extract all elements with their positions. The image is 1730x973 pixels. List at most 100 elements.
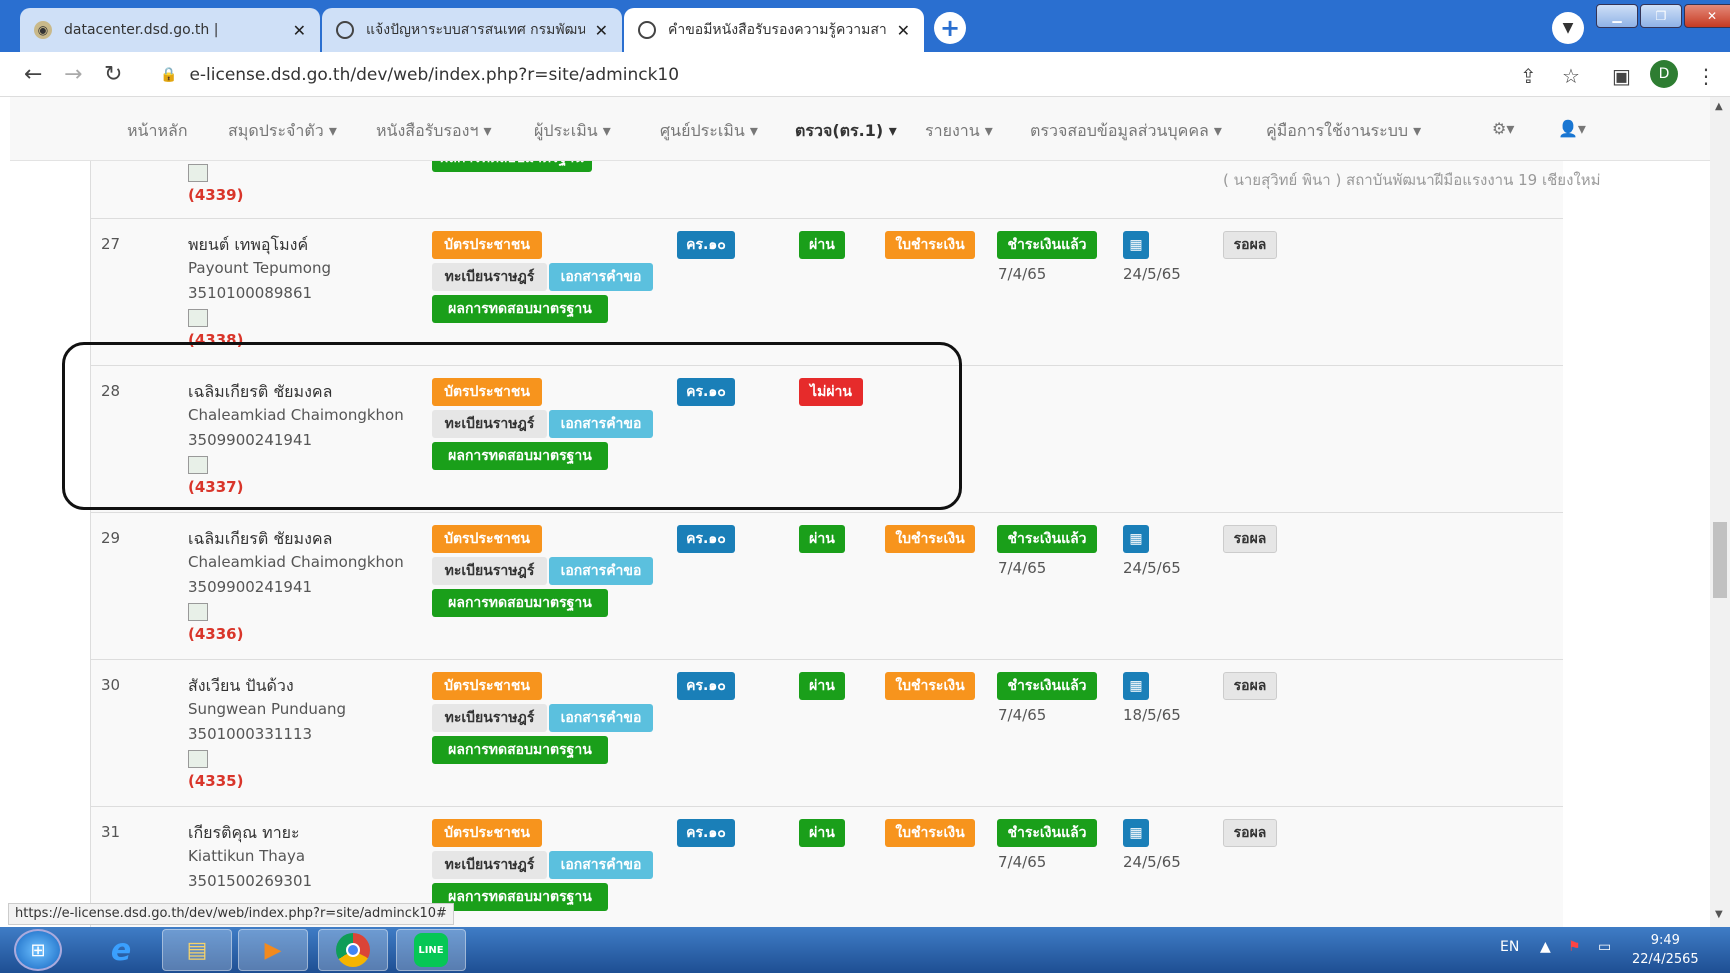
paid-button[interactable]: ชำระเงินแล้ว — [997, 819, 1097, 847]
close-window-button[interactable]: ✕ — [1684, 4, 1730, 28]
profile-avatar[interactable]: D — [1650, 60, 1678, 88]
pending-result-button[interactable]: รอผล — [1223, 819, 1277, 847]
pass-badge[interactable]: ผ่าน — [799, 819, 845, 847]
display-icon[interactable]: ▭ — [1598, 939, 1611, 955]
id-card-button[interactable]: บัตรประชาชน — [432, 231, 542, 259]
vertical-scrollbar[interactable]: ▲ ▼ — [1710, 97, 1730, 927]
tray-expand-icon[interactable]: ▲ — [1540, 939, 1551, 955]
tab-license-request[interactable]: คำขอมีหนังสือรับรองความรู้ความสามารถ ✕ — [624, 8, 924, 52]
nav-manual[interactable]: คู่มือการใช้งานระบบ ▾ — [1266, 119, 1421, 144]
calendar-icon[interactable]: ▦ — [1123, 819, 1149, 847]
house-registration-button[interactable]: ทะเบียนราษฎร์ — [432, 410, 547, 438]
paid-button[interactable]: ชำระเงินแล้ว — [997, 672, 1097, 700]
start-button-icon[interactable]: ⊞ — [14, 929, 62, 971]
internet-explorer-icon[interactable]: e — [86, 929, 156, 971]
maximize-button[interactable]: ❐ — [1640, 4, 1682, 28]
id-card-button[interactable]: บัตรประชาชน — [432, 672, 542, 700]
nav-assessors[interactable]: ผู้ประเมิน ▾ — [534, 119, 611, 144]
menu-kebab-icon[interactable]: ⋮ — [1696, 64, 1716, 88]
invoice-button[interactable]: ใบชำระเงิน — [885, 231, 975, 259]
form-kr10-button[interactable]: คร.๑๐ — [677, 819, 735, 847]
test-result-button[interactable]: ผลการทดสอบมาตรฐาน — [432, 589, 608, 617]
side-panel-icon[interactable]: ▣ — [1612, 64, 1631, 88]
network-flag-icon[interactable]: ⚑ — [1568, 939, 1581, 955]
scroll-thumb[interactable] — [1713, 522, 1727, 598]
pending-result-button[interactable]: รอผล — [1223, 231, 1277, 259]
calendar-icon[interactable]: ▦ — [1123, 525, 1149, 553]
record-code: (4339) — [188, 186, 244, 204]
nav-personal-data[interactable]: ตรวจสอบข้อมูลส่วนบุคคล ▾ — [1030, 119, 1222, 144]
id-card-button[interactable]: บัตรประชาชน — [432, 378, 542, 406]
pending-result-button[interactable]: รอผล — [1223, 672, 1277, 700]
house-registration-button[interactable]: ทะเบียนราษฎร์ — [432, 557, 547, 585]
file-explorer-icon[interactable]: ▤ — [162, 929, 232, 971]
pending-result-button[interactable]: รอผล — [1223, 525, 1277, 553]
invoice-button[interactable]: ใบชำระเงิน — [885, 819, 975, 847]
form-kr10-button[interactable]: คร.๑๐ — [677, 672, 735, 700]
form-kr10-button[interactable]: คร.๑๐ — [677, 378, 735, 406]
input-language[interactable]: EN — [1500, 939, 1519, 955]
house-registration-button[interactable]: ทะเบียนราษฎร์ — [432, 263, 547, 291]
test-result-button[interactable]: ผลการทดสอบมาตรฐาน — [432, 736, 608, 764]
tab-report-problem[interactable]: แจ้งปัญหาระบบสารสนเทศ กรมพัฒนาฝี ✕ — [322, 8, 622, 52]
request-document-button[interactable]: เอกสารคำขอ — [549, 704, 653, 732]
scroll-up-icon[interactable]: ▲ — [1715, 101, 1723, 112]
chrome-icon[interactable] — [318, 929, 388, 971]
taskbar-clock[interactable]: 9:49 22/4/2565 — [1632, 931, 1699, 969]
tab-search-icon[interactable]: ▼ — [1552, 12, 1584, 44]
id-number: 3509900241941 — [188, 431, 313, 449]
line-app-icon[interactable]: LINE — [396, 929, 466, 971]
calendar-date: 24/5/65 — [1123, 853, 1181, 871]
new-tab-button[interactable]: + — [934, 12, 966, 44]
calendar-icon[interactable]: ▦ — [1123, 231, 1149, 259]
invoice-button[interactable]: ใบชำระเงิน — [885, 525, 975, 553]
tab-title: datacenter.dsd.go.th | — [64, 22, 219, 38]
calendar-icon[interactable]: ▦ — [1123, 672, 1149, 700]
close-icon[interactable]: ✕ — [595, 21, 608, 40]
nav-assessment-centers[interactable]: ศูนย์ประเมิน ▾ — [660, 119, 758, 144]
request-document-button[interactable]: เอกสารคำขอ — [549, 263, 653, 291]
house-registration-button[interactable]: ทะเบียนราษฎร์ — [432, 704, 547, 732]
test-result-button[interactable]: ผลการทดสอบมาตรฐาน — [432, 883, 608, 911]
nav-home[interactable]: หน้าหลัก — [127, 119, 188, 144]
request-document-button[interactable]: เอกสารคำขอ — [549, 557, 653, 585]
scroll-down-icon[interactable]: ▼ — [1715, 909, 1723, 920]
forward-arrow-icon[interactable]: → — [64, 62, 82, 87]
bookmark-star-icon[interactable]: ☆ — [1562, 64, 1580, 88]
minimize-button[interactable]: ▁ — [1596, 4, 1638, 28]
user-icon[interactable]: 👤▾ — [1558, 119, 1586, 138]
paid-button[interactable]: ชำระเงินแล้ว — [997, 231, 1097, 259]
form-kr10-button[interactable]: คร.๑๐ — [677, 231, 735, 259]
address-bar[interactable]: 🔒 e-license.dsd.go.th/dev/web/index.php?… — [146, 58, 1508, 92]
nav-inspection[interactable]: ตรวจ(ตร.1) ▾ — [795, 119, 897, 144]
requests-table: (4339) ผลการทดสอบมาตรฐาน ( นายสุวิทย์ พิ… — [90, 97, 1601, 927]
name-thai: เกียรติคุณ ทายะ — [188, 823, 300, 842]
pass-badge[interactable]: ผ่าน — [799, 231, 845, 259]
media-player-icon[interactable]: ▶ — [238, 929, 308, 971]
row-number: 31 — [101, 823, 121, 841]
nav-passbook[interactable]: สมุดประจำตัว ▾ — [228, 119, 337, 144]
test-result-button[interactable]: ผลการทดสอบมาตรฐาน — [432, 295, 608, 323]
lock-icon: 🔒 — [160, 67, 178, 83]
nav-certificates[interactable]: หนังสือรับรองฯ ▾ — [376, 119, 492, 144]
paid-button[interactable]: ชำระเงินแล้ว — [997, 525, 1097, 553]
nav-reports[interactable]: รายงาน ▾ — [925, 119, 993, 144]
fail-badge[interactable]: ไม่ผ่าน — [799, 378, 863, 406]
request-document-button[interactable]: เอกสารคำขอ — [549, 851, 653, 879]
share-icon[interactable]: ⇪ — [1520, 64, 1537, 88]
id-card-button[interactable]: บัตรประชาชน — [432, 819, 542, 847]
close-icon[interactable]: ✕ — [293, 21, 306, 40]
request-document-button[interactable]: เอกสารคำขอ — [549, 410, 653, 438]
pass-badge[interactable]: ผ่าน — [799, 672, 845, 700]
id-card-button[interactable]: บัตรประชาชน — [432, 525, 542, 553]
tab-datacenter[interactable]: ◉ datacenter.dsd.go.th | ✕ — [20, 8, 320, 52]
house-registration-button[interactable]: ทะเบียนราษฎร์ — [432, 851, 547, 879]
form-kr10-button[interactable]: คร.๑๐ — [677, 525, 735, 553]
reload-icon[interactable]: ↻ — [104, 62, 122, 87]
test-result-button[interactable]: ผลการทดสอบมาตรฐาน — [432, 442, 608, 470]
invoice-button[interactable]: ใบชำระเงิน — [885, 672, 975, 700]
pass-badge[interactable]: ผ่าน — [799, 525, 845, 553]
settings-gear-icon[interactable]: ⚙▾ — [1492, 119, 1514, 138]
back-arrow-icon[interactable]: ← — [24, 62, 42, 87]
close-icon[interactable]: ✕ — [897, 21, 910, 40]
